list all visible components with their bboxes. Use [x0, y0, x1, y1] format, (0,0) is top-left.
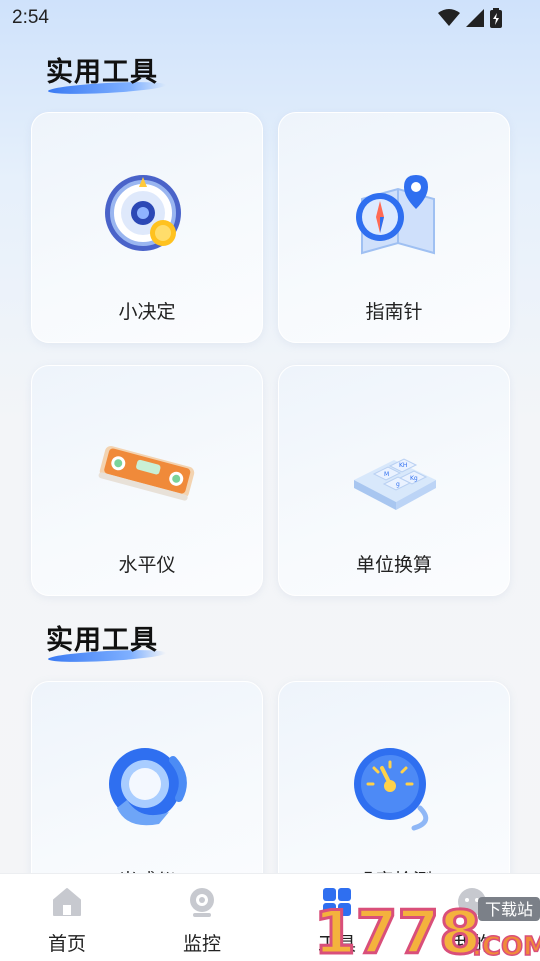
home-icon	[53, 888, 81, 916]
svg-text:M: M	[384, 471, 389, 478]
spirit-level-icon	[98, 445, 195, 501]
nav-item-home[interactable]: 首页	[22, 886, 112, 956]
battery-icon	[490, 8, 502, 28]
svg-text:KH: KH	[399, 462, 407, 469]
light-meter-icon	[109, 748, 187, 826]
tool-label: 指南针	[365, 302, 423, 323]
watermark-number: 1778	[314, 898, 481, 960]
site-watermark: 1778 下载站 .COM	[313, 897, 540, 960]
tool-card-unit[interactable]: M KH Kg g 单位换算	[278, 365, 510, 596]
status-time: 2:54	[12, 7, 49, 28]
svg-text:Kg: Kg	[410, 475, 418, 482]
section-title: 实用工具	[46, 50, 167, 97]
compass-map-icon	[356, 175, 435, 255]
unit-keys-icon: M KH Kg g	[354, 458, 436, 510]
tool-label: 小决定	[118, 302, 176, 323]
noise-gauge-icon	[354, 748, 429, 831]
tool-label: 单位换算	[355, 555, 432, 576]
watermark-suffix: .COM	[472, 932, 540, 960]
nav-label: 监控	[182, 934, 221, 955]
nav-label: 首页	[47, 934, 86, 955]
svg-text:g: g	[396, 481, 400, 488]
tool-card-compass[interactable]: 指南针	[278, 112, 510, 343]
section-title-text: 实用工具	[46, 625, 158, 656]
camera-icon	[190, 888, 214, 917]
tool-label: 水平仪	[118, 555, 176, 576]
signal-icon	[466, 9, 484, 27]
section-title-text: 实用工具	[46, 57, 158, 88]
tool-card-level[interactable]: 水平仪	[31, 365, 263, 596]
wifi-icon	[438, 9, 460, 26]
watermark-badge: 下载站	[485, 900, 533, 919]
section-title: 实用工具	[46, 618, 167, 665]
status-bar: 2:54	[0, 0, 540, 36]
status-icons	[438, 8, 502, 28]
tool-card-decision[interactable]: 小决定	[31, 112, 263, 343]
decision-wheel-icon	[105, 175, 181, 251]
nav-item-monitor[interactable]: 监控	[157, 886, 247, 956]
